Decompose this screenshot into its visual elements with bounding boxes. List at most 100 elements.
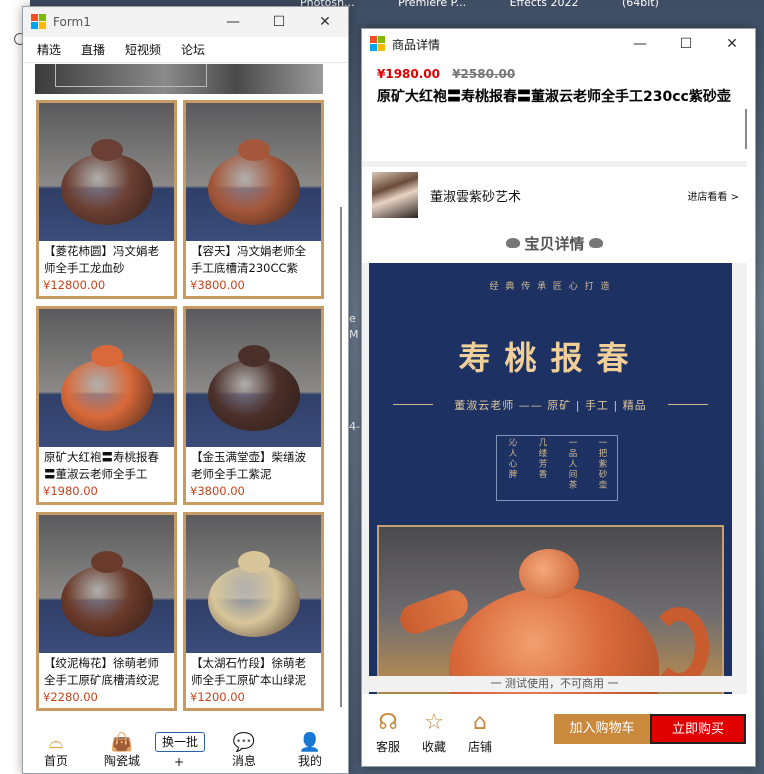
app-icon (370, 36, 386, 52)
product-name: 【金玉满堂壶】柴缮波老师全手工紫泥 (191, 450, 306, 481)
leaf-icon (588, 238, 603, 248)
product-name: 【绞泥梅花】徐萌老师全手工原矿底槽清绞泥 (44, 656, 159, 687)
product-name: 原矿大红袍〓寿桃报春〓董淑云老师全手工 (44, 450, 159, 481)
nav-label: 首页 (43, 754, 68, 768)
detail-titlebar[interactable]: 商品详情 — ☐ ✕ (362, 29, 755, 59)
poster-verse-box: 沁人心脾 几缕芳香 一品人间茶 一把紫砂壶 (496, 435, 618, 501)
action-label: 店铺 (467, 739, 492, 754)
product-price: ¥1980.00 (43, 484, 98, 498)
action-label: 收藏 (421, 739, 446, 754)
menu-item-forum[interactable]: 论坛 (181, 41, 205, 58)
star-icon: ☆ (424, 709, 444, 735)
poster-motto: 经 典 传 承 匠 心 打 造 (489, 282, 612, 292)
window-title: Form1 (53, 15, 91, 29)
product-image[interactable] (39, 309, 174, 447)
product-image[interactable] (39, 515, 174, 653)
form1-titlebar[interactable]: Form1 — ☐ ✕ (23, 7, 348, 37)
product-name: 【容天】冯文娟老师全手工底槽清230CC紫 (191, 244, 306, 275)
form1-window: Form1 — ☐ ✕ 精选 直播 短视频 论坛 【菱花柿圆】冯文娟老师全手工龙… (22, 6, 349, 774)
nav-label: 消息 (231, 754, 256, 768)
user-icon: 👤 (298, 732, 322, 753)
shop-section[interactable]: 董淑雲紫砂艺术 进店看看 > (362, 167, 747, 223)
product-title: 原矿大红袍〓寿桃报春〓董淑云老师全手工230cc紫砂壶 (377, 89, 731, 105)
desktop-fragment: e (349, 312, 356, 325)
footer-note: 一 测试使用，不可商用 一 (362, 676, 747, 692)
price-section: ¥1980.00 ¥2580.00 原矿大红袍〓寿桃报春〓董淑云老师全手工230… (362, 59, 747, 161)
product-image[interactable] (186, 103, 321, 241)
minimize-button[interactable]: — (617, 29, 663, 59)
poster-subtitle: 董淑云老师 —— 原矿 | 手工 | 精品 (369, 397, 732, 413)
store-button[interactable]: ⌂ 店铺 (458, 708, 502, 755)
product-card[interactable]: 【绞泥梅花】徐萌老师全手工原矿底槽清绞泥 ¥2280.00 (36, 512, 177, 711)
product-image[interactable] (39, 103, 174, 241)
desktop-icon-labels: Photosh... Premiere P... Effects 2022 (6… (300, 0, 699, 9)
headset-icon: ☊ (378, 709, 398, 735)
add-to-cart-button[interactable]: 加入购物车 (554, 714, 650, 744)
product-card[interactable]: 原矿大红袍〓寿桃报春〓董淑云老师全手工 ¥1980.00 (36, 306, 177, 505)
nav-home[interactable]: ⌓ 首页 (26, 725, 86, 773)
product-image[interactable] (186, 309, 321, 447)
scrollbar[interactable] (745, 109, 747, 149)
product-image[interactable] (186, 515, 321, 653)
product-price: ¥12800.00 (43, 278, 106, 292)
customer-service-button[interactable]: ☊ 客服 (366, 708, 410, 755)
buy-now-button[interactable]: 立即购买 (650, 714, 746, 744)
window-title: 商品详情 (392, 37, 441, 52)
product-price: ¥2280.00 (43, 690, 98, 704)
product-name: 【菱花柿圆】冯文娟老师全手工龙血砂 (44, 244, 159, 275)
menu-bar: 精选 直播 短视频 论坛 (23, 37, 348, 63)
chat-icon: 💬 (232, 732, 256, 753)
poster-verse: 沁人心脾 (507, 438, 517, 480)
original-price: ¥2580.00 (452, 67, 516, 81)
poster-verse: 一品人间茶 (567, 438, 577, 491)
nav-messages[interactable]: 💬 消息 (214, 725, 274, 773)
home-icon: ⌓ (48, 732, 64, 753)
desktop-fragment: 4- (349, 420, 360, 433)
menu-item-featured[interactable]: 精选 (37, 41, 61, 58)
banner-image[interactable] (35, 64, 323, 94)
refresh-batch-button[interactable]: 换一批 (155, 732, 205, 752)
section-title: 宝贝详情 (524, 234, 585, 253)
maximize-button[interactable]: ☐ (663, 29, 709, 59)
leaf-icon (506, 238, 521, 248)
product-detail-window: 商品详情 — ☐ ✕ ¥1980.00 ¥2580.00 原矿大红袍〓寿桃报春〓… (361, 28, 756, 767)
product-card[interactable]: 【金玉满堂壶】柴缮波老师全手工紫泥 ¥3800.00 (183, 306, 324, 505)
nav-ceramics[interactable]: 👜 陶瓷城 (92, 725, 152, 773)
plus-label[interactable]: + (174, 755, 184, 769)
shop-avatar[interactable] (372, 172, 418, 218)
product-card[interactable]: 【容天】冯文娟老师全手工底槽清230CC紫 ¥3800.00 (183, 100, 324, 299)
visit-shop-link[interactable]: 进店看看 > (687, 188, 739, 203)
nav-label: 我的 (297, 754, 322, 768)
favorite-button[interactable]: ☆ 收藏 (412, 708, 456, 755)
teapot-photo (377, 525, 724, 699)
poster-verse: 几缕芳香 (537, 438, 547, 480)
product-name: 【太湖石竹段】徐萌老师全手工原矿本山绿泥 (191, 656, 306, 687)
shop-name[interactable]: 董淑雲紫砂艺术 (430, 186, 687, 205)
product-card[interactable]: 【菱花柿圆】冯文娟老师全手工龙血砂 ¥12800.00 (36, 100, 177, 299)
product-price: ¥1200.00 (190, 690, 245, 704)
product-poster: 经 典 传 承 匠 心 打 造 寿桃报春 董淑云老师 —— 原矿 | 手工 | … (369, 263, 732, 699)
shopping-bag-icon: 👜 (110, 732, 134, 753)
close-button[interactable]: ✕ (709, 29, 755, 59)
product-list[interactable]: 【菱花柿圆】冯文娟老师全手工龙血砂 ¥12800.00 【容天】冯文娟老师全手工底槽… (23, 64, 343, 714)
current-price: ¥1980.00 (377, 67, 441, 81)
product-card[interactable]: 【太湖石竹段】徐萌老师全手工原矿本山绿泥 ¥1200.00 (183, 512, 324, 711)
menu-item-short-video[interactable]: 短视频 (125, 41, 161, 58)
desktop-label[interactable]: Premiere P... (398, 0, 466, 9)
store-icon: ⌂ (473, 709, 487, 735)
nav-label: 陶瓷城 (103, 754, 140, 768)
section-header: 宝贝详情 (362, 223, 747, 263)
app-icon (31, 14, 47, 30)
detail-content[interactable]: ¥1980.00 ¥2580.00 原矿大红袍〓寿桃报春〓董淑云老师全手工230… (362, 59, 747, 699)
menu-item-live[interactable]: 直播 (81, 41, 105, 58)
close-button[interactable]: ✕ (302, 7, 348, 37)
maximize-button[interactable]: ☐ (256, 7, 302, 37)
desktop-label[interactable]: (64bit) (622, 0, 659, 9)
nav-me[interactable]: 👤 我的 (280, 725, 340, 773)
desktop-label[interactable]: Effects 2022 (510, 0, 579, 9)
desktop-fragment: M (349, 328, 359, 341)
scrollbar[interactable] (340, 207, 342, 707)
poster-verse: 一把紫砂壶 (597, 438, 607, 491)
minimize-button[interactable]: — (210, 7, 256, 37)
action-label: 客服 (375, 739, 400, 754)
